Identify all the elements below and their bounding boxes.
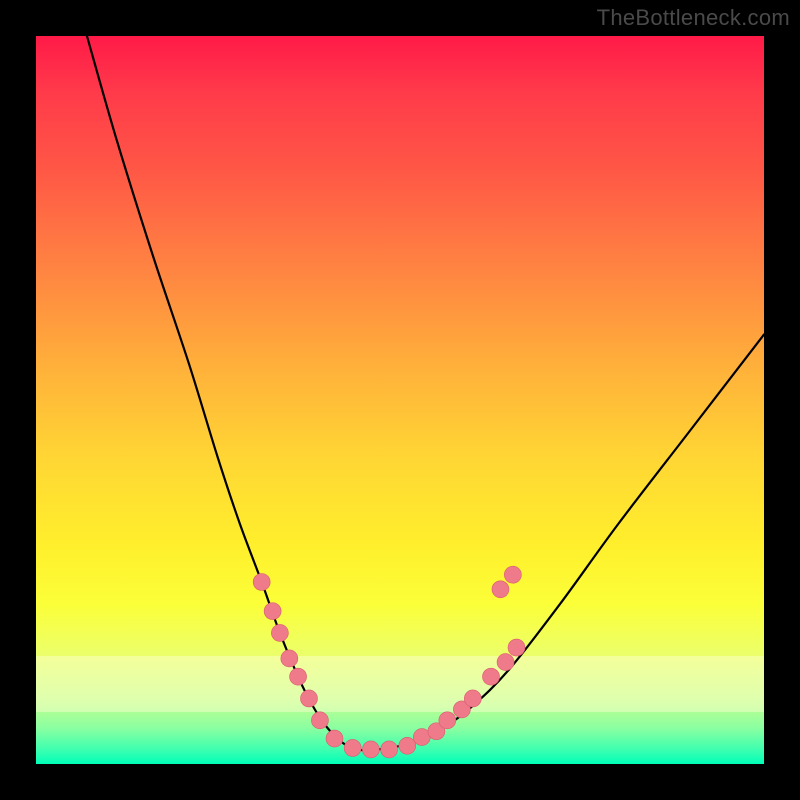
- curve-layer: [36, 36, 764, 764]
- plot-area: [36, 36, 764, 764]
- data-point: [504, 566, 521, 583]
- data-point: [492, 581, 509, 598]
- data-point: [497, 654, 514, 671]
- data-point: [281, 650, 298, 667]
- data-point: [508, 639, 525, 656]
- data-point: [290, 668, 307, 685]
- data-point: [301, 690, 318, 707]
- data-points: [253, 566, 525, 758]
- data-point: [344, 739, 361, 756]
- bottleneck-curve: [87, 36, 764, 750]
- data-point: [311, 712, 328, 729]
- data-point: [464, 690, 481, 707]
- data-point: [264, 603, 281, 620]
- data-point: [253, 574, 270, 591]
- chart-frame: TheBottleneck.com: [0, 0, 800, 800]
- data-point: [381, 741, 398, 758]
- data-point: [399, 737, 416, 754]
- data-point: [439, 712, 456, 729]
- watermark-text: TheBottleneck.com: [597, 5, 790, 31]
- data-point: [271, 624, 288, 641]
- data-point: [326, 730, 343, 747]
- data-point: [483, 668, 500, 685]
- data-point: [362, 741, 379, 758]
